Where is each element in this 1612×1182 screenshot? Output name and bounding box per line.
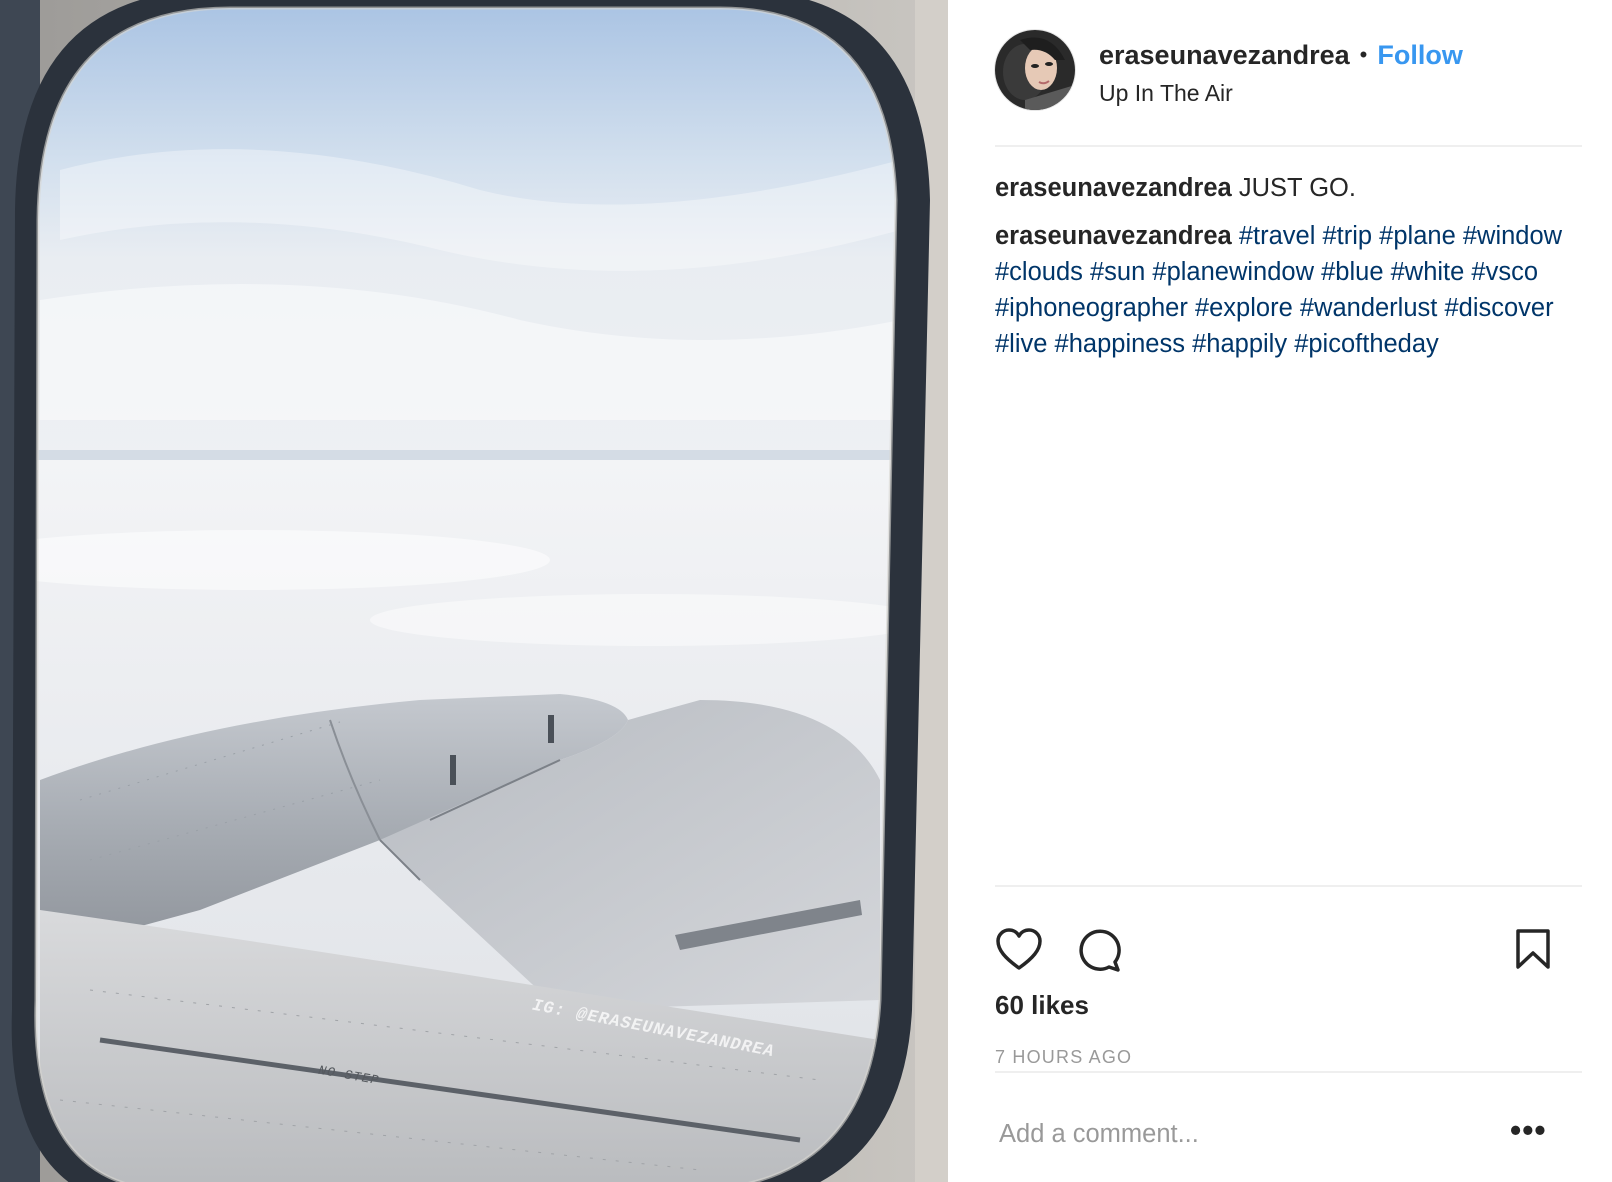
hashtag-link[interactable]: #clouds <box>995 258 1083 286</box>
hashtag-comment: eraseunavezandrea #travel #trip #plane #… <box>995 218 1570 362</box>
caption-line: eraseunavezandrea JUST GO. <box>995 170 1570 206</box>
hashtag-link[interactable]: #picoftheday <box>1294 330 1439 358</box>
hashtag-link[interactable]: #iphoneographer <box>995 294 1188 322</box>
caption-text: JUST GO. <box>1238 174 1356 202</box>
hashtag-link[interactable]: #travel <box>1239 222 1316 250</box>
airplane-window-photo <box>0 0 948 1182</box>
comment-username[interactable]: eraseunavezandrea <box>995 222 1232 250</box>
avatar-image <box>995 30 1075 110</box>
hashtag-link[interactable]: #discover <box>1444 294 1553 322</box>
actions-divider <box>995 885 1582 887</box>
post-side-panel: eraseunavezandrea • Follow Up In The Air… <box>948 0 1612 1182</box>
comment-divider <box>995 1071 1582 1073</box>
post-photo[interactable]: IG: @ERASEUNAVEZANDREA NO STEP <box>0 0 948 1182</box>
comment-input[interactable] <box>999 1120 1479 1149</box>
hashtag-link[interactable]: #vsco <box>1471 258 1538 286</box>
hashtag-link[interactable]: #window <box>1463 222 1562 250</box>
hashtag-link[interactable]: #white <box>1391 258 1465 286</box>
post-timestamp[interactable]: 7 HOURS AGO <box>995 1047 1132 1068</box>
location-link[interactable]: Up In The Air <box>1099 80 1463 107</box>
caption-username[interactable]: eraseunavezandrea <box>995 174 1232 202</box>
avatar[interactable] <box>995 30 1075 110</box>
post-header: eraseunavezandrea • Follow Up In The Air <box>995 30 1582 110</box>
likes-count[interactable]: 60 likes <box>995 990 1089 1021</box>
hashtag-link[interactable]: #sun <box>1090 258 1145 286</box>
more-options-icon[interactable]: ••• <box>1510 1114 1547 1146</box>
follow-button[interactable]: Follow <box>1377 38 1462 72</box>
hashtag-link[interactable]: #live <box>995 330 1047 358</box>
header-divider <box>995 145 1582 147</box>
hashtag-link[interactable]: #happily <box>1192 330 1287 358</box>
instagram-post: IG: @ERASEUNAVEZANDREA NO STEP eraseunav… <box>0 0 1612 1182</box>
hashtag-link[interactable]: #wanderlust <box>1300 294 1438 322</box>
hashtag-link[interactable]: #plane <box>1379 222 1456 250</box>
hashtag-link[interactable]: #explore <box>1195 294 1293 322</box>
comment-icon[interactable] <box>1075 928 1121 977</box>
caption-section: eraseunavezandrea JUST GO. eraseunavezan… <box>995 170 1570 374</box>
hashtag-link[interactable]: #trip <box>1322 222 1372 250</box>
hashtag-link[interactable]: #planewindow <box>1152 258 1314 286</box>
header-row: eraseunavezandrea • Follow <box>1099 38 1463 72</box>
separator-dot: • <box>1359 42 1368 67</box>
bookmark-icon[interactable] <box>1515 928 1551 975</box>
action-bar <box>995 928 1579 982</box>
hashtag-link[interactable]: #blue <box>1321 258 1383 286</box>
hashtag-link[interactable]: #happiness <box>1055 330 1185 358</box>
heart-icon[interactable] <box>995 928 1043 977</box>
username-link[interactable]: eraseunavezandrea <box>1099 38 1350 72</box>
header-text: eraseunavezandrea • Follow Up In The Air <box>1099 30 1463 107</box>
